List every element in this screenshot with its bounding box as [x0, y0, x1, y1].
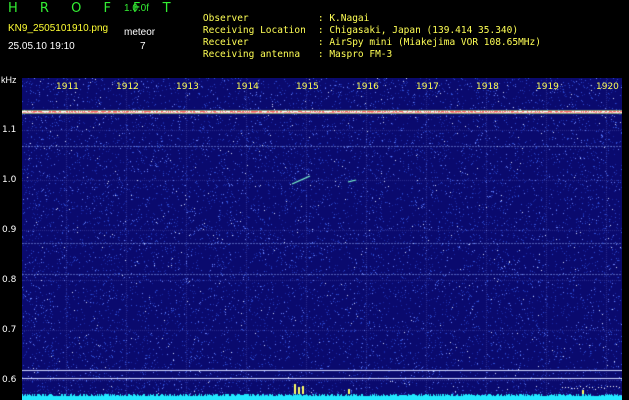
antenna-value: : Maspro FM-3	[317, 48, 393, 60]
detection-mode: meteor	[124, 27, 156, 38]
meteor-count: 7	[140, 41, 146, 52]
y-tick-1-1: 1.1	[2, 125, 17, 135]
right-margin	[622, 78, 629, 400]
capture-datetime: 25.05.10 19:10	[8, 41, 75, 52]
app-title: H R O F F T	[8, 1, 180, 16]
app-version: 1.0.0f	[124, 3, 150, 14]
x-tick-1917: 1917	[416, 82, 439, 92]
x-tick-1916: 1916	[356, 82, 379, 92]
header-panel: H R O F F T 1.0.0f KN9_2505101910.png me…	[0, 0, 629, 78]
y-tick-0-7: 0.7	[2, 325, 17, 335]
antenna-row: Receiving antenna : Maspro FM-3	[180, 40, 392, 69]
x-tick-1913: 1913	[176, 82, 199, 92]
y-tick-0-9: 0.9	[2, 225, 17, 235]
x-tick-1918: 1918	[476, 82, 499, 92]
y-tick-0-8: 0.8	[2, 275, 17, 285]
x-tick-1911: 1911	[56, 82, 79, 92]
spectrogram-canvas	[22, 78, 622, 400]
file-name: KN9_2505101910.png	[8, 23, 109, 34]
x-tick-1912: 1912	[116, 82, 139, 92]
y-tick-0-6: 0.6	[2, 375, 17, 385]
x-tick-1915: 1915	[296, 82, 319, 92]
spectrogram	[22, 78, 622, 400]
x-tick-1920: 1920	[596, 82, 619, 92]
x-tick-1914: 1914	[236, 82, 259, 92]
antenna-label: Receiving antenna	[202, 48, 301, 60]
x-tick-1919: 1919	[536, 82, 559, 92]
y-tick-1-0: 1.0	[2, 175, 17, 185]
y-axis-unit: kHz	[1, 75, 17, 85]
